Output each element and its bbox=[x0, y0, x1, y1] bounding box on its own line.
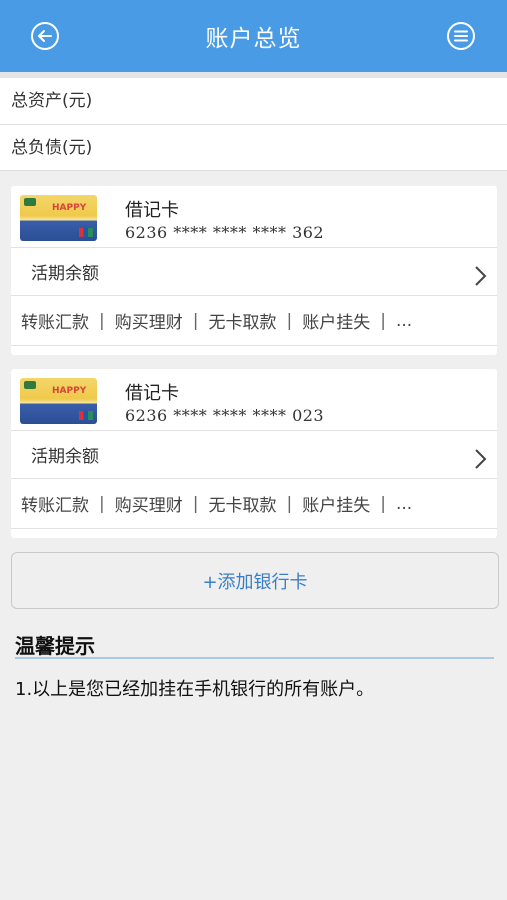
report-loss-link[interactable]: 账户挂失 bbox=[292, 308, 380, 333]
bank-card-2[interactable]: HAPPY 借记卡 6236 **** **** **** 023 活期余额 转… bbox=[11, 369, 497, 538]
buy-wealth-link[interactable]: 购买理财 bbox=[105, 308, 193, 333]
cardless-withdraw-link[interactable]: 无卡取款 bbox=[198, 491, 286, 516]
card-type: 借记卡 bbox=[125, 200, 179, 221]
card-actions: 转账汇款 | 购买理财 | 无卡取款 | 账户挂失 | ... bbox=[11, 296, 497, 346]
more-actions-link[interactable]: ... bbox=[386, 311, 422, 331]
total-assets-label: 总资产(元) bbox=[11, 91, 93, 111]
bank-logo-icon bbox=[24, 381, 36, 389]
unionpay-icon bbox=[79, 228, 93, 237]
card-header: HAPPY 借记卡 6236 **** **** **** 023 bbox=[11, 369, 497, 431]
card-number: 6236 **** **** **** 362 bbox=[125, 223, 325, 242]
bank-card-1[interactable]: HAPPY 借记卡 6236 **** **** **** 362 活期余额 转… bbox=[11, 186, 497, 355]
back-arrow-icon[interactable] bbox=[29, 20, 61, 52]
balance-label: 活期余额 bbox=[31, 447, 99, 467]
cardless-withdraw-link[interactable]: 无卡取款 bbox=[198, 308, 286, 333]
top-bar: 账户总览 bbox=[0, 0, 507, 72]
card-header: HAPPY 借记卡 6236 **** **** **** 362 bbox=[11, 186, 497, 248]
transfer-link[interactable]: 转账汇款 bbox=[11, 491, 99, 516]
card-number: 6236 **** **** **** 023 bbox=[125, 406, 325, 425]
bank-card-image: HAPPY bbox=[20, 195, 97, 241]
tips-text: 1.以上是您已经加挂在手机银行的所有账户。 bbox=[15, 679, 375, 700]
bank-logo-icon bbox=[24, 198, 36, 206]
chevron-right-icon bbox=[475, 449, 487, 469]
add-bank-card-button[interactable]: +添加银行卡 bbox=[11, 552, 499, 609]
buy-wealth-link[interactable]: 购买理财 bbox=[105, 491, 193, 516]
unionpay-icon bbox=[79, 411, 93, 420]
menu-icon[interactable] bbox=[445, 20, 477, 52]
report-loss-link[interactable]: 账户挂失 bbox=[292, 491, 380, 516]
balance-row[interactable]: 活期余额 bbox=[11, 431, 497, 479]
account-summary: 总资产(元) 总负债(元) bbox=[0, 78, 507, 171]
balance-label: 活期余额 bbox=[31, 264, 99, 284]
tips-title: 温馨提示 bbox=[15, 630, 494, 659]
card-type: 借记卡 bbox=[125, 383, 179, 404]
chevron-right-icon bbox=[475, 266, 487, 286]
transfer-link[interactable]: 转账汇款 bbox=[11, 308, 99, 333]
balance-row[interactable]: 活期余额 bbox=[11, 248, 497, 296]
card-actions: 转账汇款 | 购买理财 | 无卡取款 | 账户挂失 | ... bbox=[11, 479, 497, 529]
more-actions-link[interactable]: ... bbox=[386, 494, 422, 514]
card-brand-art: HAPPY bbox=[52, 386, 87, 396]
total-liabilities-label: 总负债(元) bbox=[0, 124, 507, 170]
bank-card-image: HAPPY bbox=[20, 378, 97, 424]
page-title: 账户总览 bbox=[205, 26, 302, 52]
card-brand-art: HAPPY bbox=[52, 203, 87, 213]
